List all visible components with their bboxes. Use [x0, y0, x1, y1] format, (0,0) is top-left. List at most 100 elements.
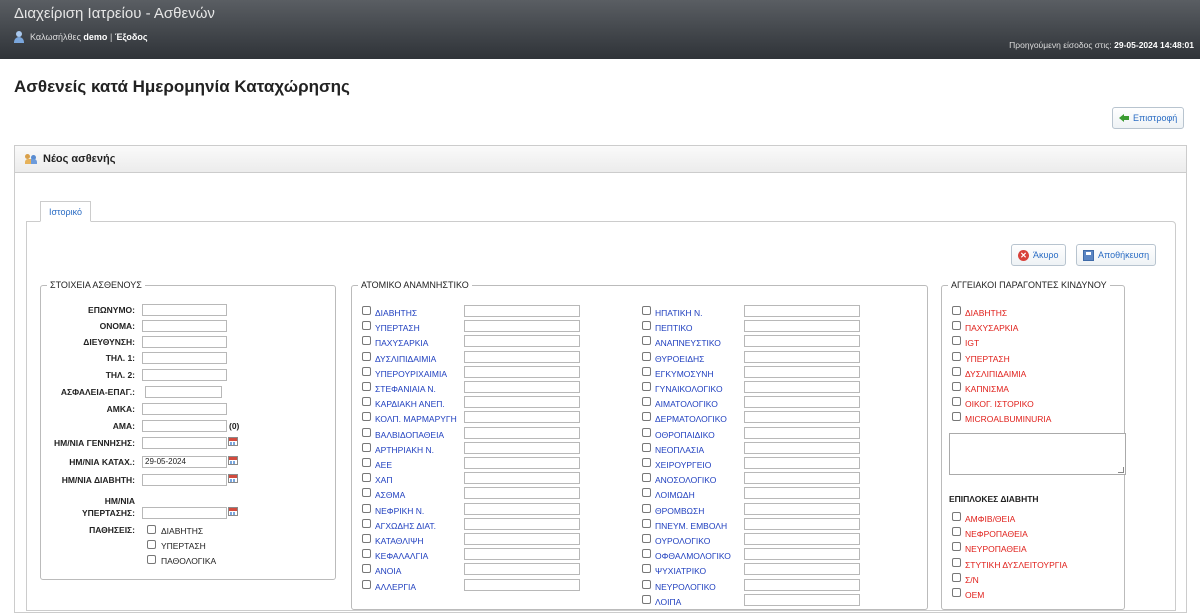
complication-checkbox[interactable] [952, 588, 961, 597]
calendar-icon[interactable] [228, 456, 238, 465]
history-note-input[interactable] [464, 335, 580, 348]
history-checkbox[interactable] [362, 366, 371, 376]
history-checkbox[interactable] [362, 458, 371, 467]
logout-link[interactable]: Έξοδος [115, 32, 148, 42]
history-checkbox[interactable] [642, 488, 651, 498]
history-checkbox[interactable] [642, 336, 651, 346]
risk-checkbox[interactable] [952, 336, 961, 346]
history-checkbox[interactable] [362, 427, 371, 437]
history-note-input[interactable] [464, 441, 580, 454]
history-checkbox[interactable] [642, 534, 651, 543]
history-checkbox[interactable] [642, 321, 651, 331]
field-input[interactable] [142, 474, 227, 486]
field-input[interactable] [142, 420, 227, 432]
history-note-input[interactable] [464, 350, 580, 363]
history-checkbox[interactable] [362, 412, 371, 422]
history-note-input[interactable] [464, 563, 580, 576]
field-input[interactable] [142, 437, 227, 449]
calendar-icon[interactable] [228, 437, 238, 446]
history-note-input[interactable] [464, 487, 580, 500]
risk-checkbox[interactable] [952, 351, 961, 361]
risk-checkbox[interactable] [952, 397, 961, 407]
history-note-input[interactable] [464, 548, 580, 561]
risk-checkbox[interactable] [952, 366, 961, 376]
history-checkbox[interactable] [362, 579, 371, 589]
history-checkbox[interactable] [642, 442, 651, 452]
history-note-input[interactable] [744, 578, 860, 591]
history-checkbox[interactable] [642, 564, 651, 574]
history-note-input[interactable] [464, 502, 580, 515]
history-note-input[interactable] [744, 548, 860, 561]
history-note-input[interactable] [464, 457, 580, 469]
field-input[interactable]: 29-05-2024 [142, 456, 227, 468]
risk-checkbox[interactable] [952, 412, 961, 422]
history-checkbox[interactable] [362, 503, 371, 513]
history-note-input[interactable] [744, 426, 860, 439]
history-checkbox[interactable] [642, 382, 651, 391]
history-note-input[interactable] [464, 533, 580, 545]
history-note-input[interactable] [464, 381, 580, 393]
history-checkbox[interactable] [362, 336, 371, 346]
history-note-input[interactable] [744, 320, 860, 333]
history-note-input[interactable] [744, 441, 860, 454]
history-checkbox[interactable] [642, 427, 651, 437]
history-note-input[interactable] [744, 396, 860, 409]
history-checkbox[interactable] [642, 518, 651, 528]
history-note-input[interactable] [744, 563, 860, 576]
field-input[interactable] [142, 320, 227, 332]
complication-checkbox[interactable] [952, 557, 961, 567]
history-checkbox[interactable] [642, 351, 651, 361]
field-input[interactable] [142, 369, 227, 381]
risk-checkbox[interactable] [952, 306, 961, 315]
history-note-input[interactable] [464, 305, 580, 317]
history-checkbox[interactable] [642, 366, 651, 376]
history-checkbox[interactable] [362, 549, 371, 559]
history-checkbox[interactable] [362, 518, 371, 528]
field-input[interactable] [142, 403, 227, 415]
history-note-input[interactable] [464, 365, 580, 378]
history-checkbox[interactable] [642, 579, 651, 589]
history-checkbox[interactable] [642, 594, 651, 604]
history-note-input[interactable] [744, 350, 860, 363]
back-button[interactable]: Επιστροφή [1112, 107, 1185, 129]
history-note-input[interactable] [744, 517, 860, 530]
history-checkbox[interactable] [362, 564, 371, 574]
field-input[interactable] [142, 336, 227, 348]
history-checkbox[interactable] [362, 442, 371, 452]
history-note-input[interactable] [464, 396, 580, 409]
history-note-input[interactable] [464, 472, 580, 485]
save-button[interactable]: Αποθήκευση [1076, 244, 1157, 266]
history-note-input[interactable] [464, 578, 580, 591]
history-note-input[interactable] [744, 533, 860, 545]
history-checkbox[interactable] [362, 382, 371, 391]
history-checkbox[interactable] [362, 321, 371, 331]
field-input[interactable] [145, 386, 222, 398]
history-note-input[interactable] [464, 426, 580, 439]
history-note-input[interactable] [744, 502, 860, 515]
history-note-input[interactable] [744, 411, 860, 424]
history-note-input[interactable] [744, 472, 860, 485]
history-checkbox[interactable] [642, 549, 651, 559]
history-note-input[interactable] [464, 411, 580, 424]
history-checkbox[interactable] [362, 351, 371, 361]
history-checkbox[interactable] [642, 458, 651, 467]
history-note-input[interactable] [744, 305, 860, 317]
risk-notes-textarea[interactable] [949, 433, 1126, 475]
history-checkbox[interactable] [642, 473, 651, 483]
history-checkbox[interactable] [642, 412, 651, 422]
history-checkbox[interactable] [362, 397, 371, 407]
history-checkbox[interactable] [362, 306, 371, 315]
risk-checkbox[interactable] [952, 321, 961, 331]
field-input[interactable] [142, 352, 227, 364]
history-checkbox[interactable] [362, 473, 371, 483]
history-checkbox[interactable] [642, 503, 651, 513]
history-checkbox[interactable] [642, 306, 651, 315]
calendar-icon[interactable] [228, 474, 238, 483]
history-note-input[interactable] [464, 320, 580, 333]
calendar-icon[interactable] [228, 507, 238, 516]
history-note-input[interactable] [744, 381, 860, 393]
field-input[interactable] [142, 304, 227, 316]
condition-checkbox[interactable] [147, 540, 156, 549]
history-checkbox[interactable] [362, 488, 371, 498]
history-note-input[interactable] [744, 335, 860, 348]
